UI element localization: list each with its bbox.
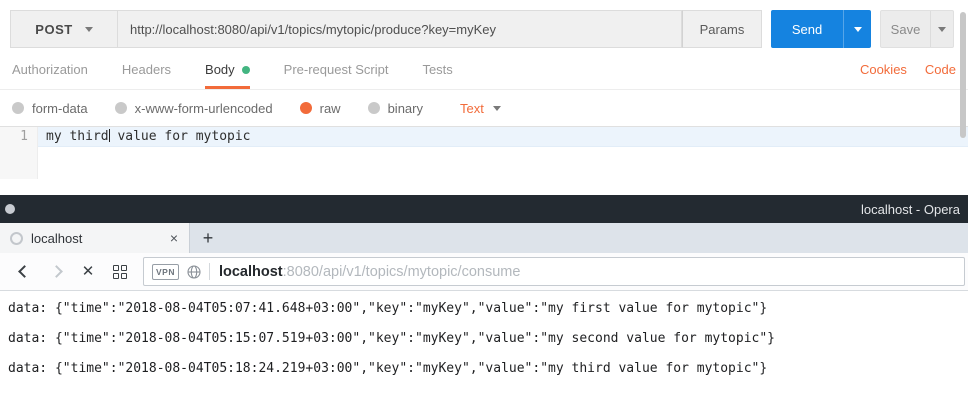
method-select[interactable]: POST xyxy=(10,10,118,48)
stop-icon: ✕ xyxy=(82,264,95,279)
editor-gutter: 1 xyxy=(0,127,38,179)
tab-tests[interactable]: Tests xyxy=(422,62,452,89)
sse-data-line: data: {"time":"2018-08-04T05:18:24.219+0… xyxy=(8,361,960,391)
opera-tabbar: localhost × + xyxy=(0,223,968,253)
method-label: POST xyxy=(35,22,72,37)
page-content: data: {"time":"2018-08-04T05:07:41.648+0… xyxy=(0,291,968,401)
radio-selected-icon xyxy=(300,102,312,114)
send-button-label: Send xyxy=(771,10,843,48)
send-button[interactable]: Send xyxy=(771,10,871,48)
format-label: Text xyxy=(460,101,484,116)
save-options-button[interactable] xyxy=(930,11,953,47)
tab-body-label: Body xyxy=(205,62,235,77)
tab-authorization[interactable]: Authorization xyxy=(12,62,88,89)
opera-addressbar: ✕ VPN localhost:8080/api/v1/topics/mytop… xyxy=(0,253,968,291)
editor-content[interactable]: my third value for mytopic xyxy=(38,127,968,179)
request-url-value: http://localhost:8080/api/v1/topics/myto… xyxy=(130,22,496,37)
tab-favicon-icon xyxy=(10,232,23,245)
send-options-button[interactable] xyxy=(843,10,871,48)
browser-tab-localhost[interactable]: localhost × xyxy=(0,223,190,253)
format-select[interactable]: Text xyxy=(460,101,501,116)
window-title: localhost - Opera xyxy=(861,202,960,217)
back-button[interactable] xyxy=(8,258,40,286)
code-link[interactable]: Code xyxy=(925,62,956,89)
chevron-left-icon xyxy=(18,265,31,278)
tab-tiles-button[interactable] xyxy=(104,258,136,286)
opera-titlebar: localhost - Opera xyxy=(0,195,968,223)
editor-text-after-cursor: value for mytopic xyxy=(110,129,251,144)
chevron-down-icon xyxy=(493,106,501,111)
body-editor[interactable]: 1 my third value for mytopic xyxy=(0,126,968,179)
chevron-down-icon xyxy=(938,27,946,32)
sse-data-line: data: {"time":"2018-08-04T05:07:41.648+0… xyxy=(8,301,960,331)
opera-menu-icon[interactable] xyxy=(5,204,15,214)
cookies-link[interactable]: Cookies xyxy=(860,62,907,89)
save-button-label: Save xyxy=(881,11,930,47)
radio-x-www-form-urlencoded[interactable]: x-www-form-urlencoded xyxy=(115,101,273,116)
editor-active-line[interactable]: my third value for mytopic xyxy=(38,127,968,147)
tab-body[interactable]: Body xyxy=(205,62,250,89)
globe-icon[interactable] xyxy=(187,265,201,279)
body-type-row: form-data x-www-form-urlencoded raw bina… xyxy=(0,90,968,126)
radio-binary[interactable]: binary xyxy=(368,101,423,116)
address-bar-input[interactable]: VPN localhost:8080/api/v1/topics/mytopic… xyxy=(143,257,965,286)
grid-icon xyxy=(113,265,127,279)
request-url-input[interactable]: http://localhost:8080/api/v1/topics/myto… xyxy=(118,10,682,48)
postman-request-panel: POST http://localhost:8080/api/v1/topics… xyxy=(0,10,968,195)
sse-data-line: data: {"time":"2018-08-04T05:15:07.519+0… xyxy=(8,331,960,361)
editor-text-before-cursor: my third xyxy=(46,129,109,144)
params-button[interactable]: Params xyxy=(682,10,762,48)
vertical-scrollbar[interactable] xyxy=(960,12,966,138)
radio-raw[interactable]: raw xyxy=(300,101,341,116)
url-host: localhost xyxy=(219,264,283,280)
close-tab-icon[interactable]: × xyxy=(165,230,183,246)
tab-pre-request-script[interactable]: Pre-request Script xyxy=(284,62,389,89)
stop-button[interactable]: ✕ xyxy=(72,258,104,286)
chevron-down-icon xyxy=(85,27,93,32)
save-button[interactable]: Save xyxy=(880,10,954,48)
new-tab-button[interactable]: + xyxy=(190,223,226,253)
tab-title: localhost xyxy=(31,231,165,246)
request-tabs: Authorization Headers Body Pre-request S… xyxy=(0,56,968,90)
chevron-down-icon xyxy=(854,27,862,32)
radio-icon xyxy=(12,102,24,114)
divider xyxy=(209,263,210,280)
request-url-row: POST http://localhost:8080/api/v1/topics… xyxy=(10,10,954,48)
body-has-content-dot xyxy=(242,66,250,74)
url-path: :8080/api/v1/topics/mytopic/consume xyxy=(283,264,521,280)
radio-icon xyxy=(368,102,380,114)
radio-icon xyxy=(115,102,127,114)
tab-headers[interactable]: Headers xyxy=(122,62,171,89)
vpn-badge[interactable]: VPN xyxy=(152,264,179,280)
chevron-right-icon xyxy=(50,265,63,278)
radio-form-data[interactable]: form-data xyxy=(12,101,88,116)
line-number: 1 xyxy=(0,127,37,144)
forward-button[interactable] xyxy=(40,258,72,286)
